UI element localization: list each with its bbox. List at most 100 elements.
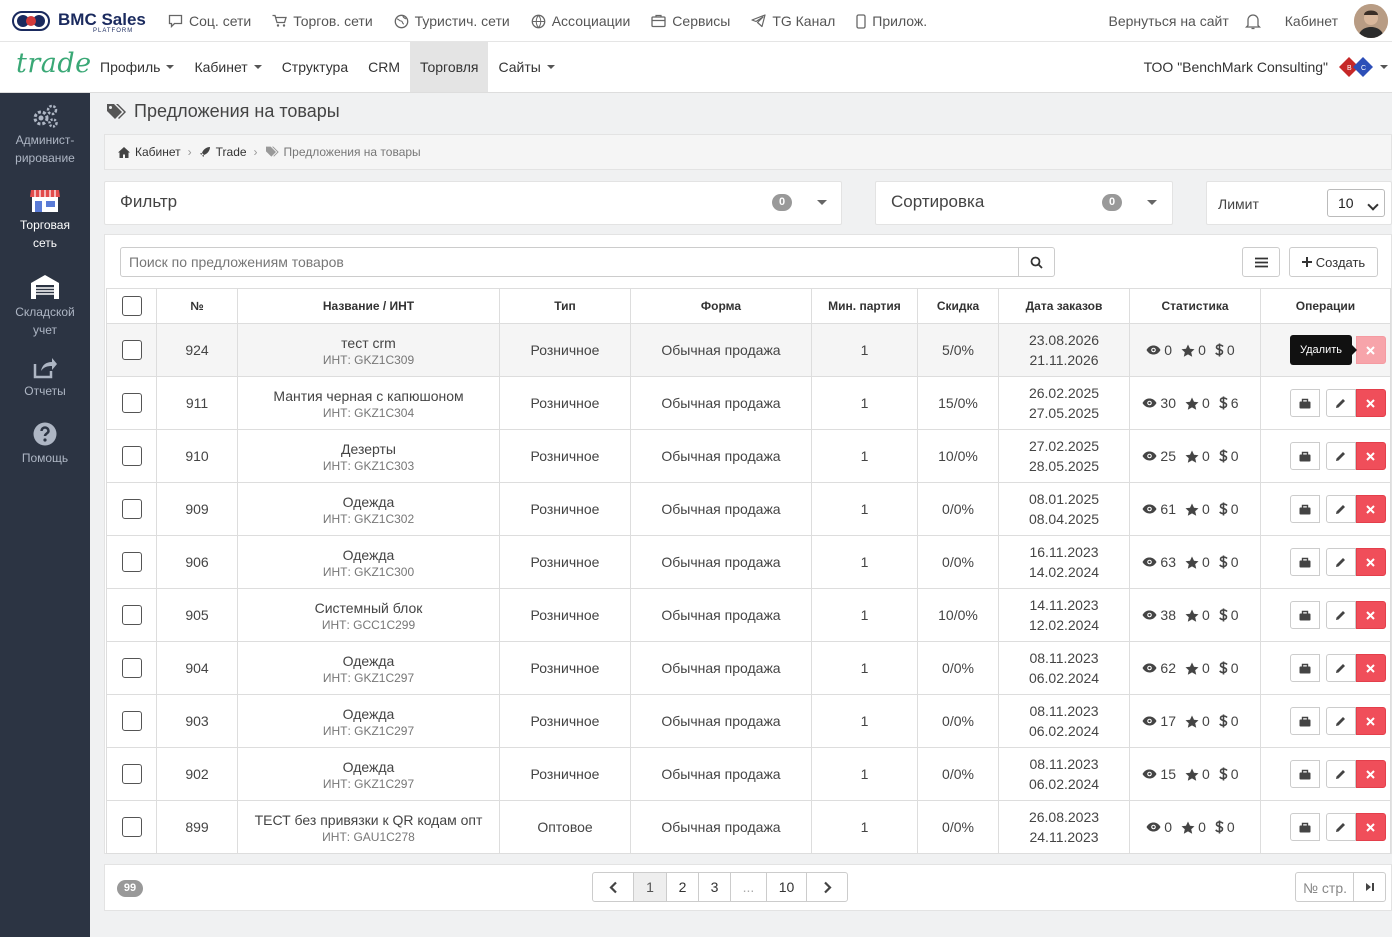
edit-button[interactable] [1325,601,1356,629]
page-1[interactable]: 1 [633,872,667,902]
header-order-dates[interactable]: Дата заказов [998,288,1130,324]
order-button[interactable] [1289,495,1320,523]
edit-button[interactable] [1325,760,1356,788]
order-button[interactable] [1289,813,1320,841]
header-type[interactable]: Тип [499,288,631,324]
prev-page-button[interactable] [592,872,634,902]
filter-panel[interactable]: Фильтр 0 [104,181,842,225]
row-name[interactable]: Дезерты [238,440,499,459]
delete-button[interactable] [1355,442,1386,470]
table-row[interactable]: 905 Системный блок ИНТ: GCC1C299 Розничное О… [106,588,1391,642]
page-10[interactable]: 10 [766,872,807,902]
menu-sites[interactable]: Сайты [488,42,564,92]
page-3[interactable]: 3 [698,872,731,902]
sidebar-item-help[interactable]: Помощь [0,421,90,467]
create-button[interactable]: Создать [1289,247,1378,277]
table-row[interactable]: 910 Дезерты ИНТ: GKZ1C303 Розничное Обычная … [106,429,1391,483]
edit-button[interactable] [1325,442,1356,470]
header-form[interactable]: Форма [630,288,812,324]
menu-profile[interactable]: Профиль [90,42,184,92]
sidebar-item-reports[interactable]: Отчеты [0,356,90,400]
menu-cabinet[interactable]: Кабинет [184,42,271,92]
topnav-telegram[interactable]: TG Канал [751,13,835,29]
edit-button[interactable] [1325,495,1356,523]
row-checkbox[interactable] [121,658,142,678]
table-row[interactable]: 924 тест crm ИНТ: GKZ1C309 Розничное Обычная… [106,323,1391,377]
breadcrumb-cabinet[interactable]: Кабинет [118,145,181,159]
go-to-page-button[interactable] [1353,872,1386,902]
sort-panel[interactable]: Сортировка 0 [875,181,1173,225]
select-all-checkbox[interactable] [121,296,142,316]
header-min-batch[interactable]: Мин. партия [811,288,918,324]
order-button[interactable] [1289,389,1320,417]
row-name[interactable]: Одежда [238,652,499,671]
sidebar-item-warehouse[interactable]: Складской учет [0,273,90,339]
company-switcher[interactable]: ТОО "BenchMark Consulting" B C [1144,42,1392,92]
edit-button[interactable] [1325,389,1356,417]
row-name[interactable]: ТЕСТ без привязки к QR кодам опт [238,811,499,830]
cabinet-link[interactable]: Кабинет [1285,13,1338,29]
columns-button[interactable] [1242,247,1280,277]
back-to-site-link[interactable]: Вернуться на сайт [1109,13,1229,29]
table-row[interactable]: 909 Одежда ИНТ: GKZ1C302 Розничное Обычная п… [106,482,1391,536]
delete-button[interactable] [1355,495,1386,523]
order-button[interactable] [1289,601,1320,629]
topnav-tourism[interactable]: Туристич. сети [394,13,510,29]
delete-button[interactable] [1355,760,1386,788]
row-checkbox[interactable] [121,340,142,360]
topnav-trade[interactable]: Торгов. сети [272,13,373,29]
delete-button[interactable] [1355,601,1386,629]
table-row[interactable]: 911 Мантия черная с капюшоном ИНТ: GKZ1C30… [106,376,1391,430]
row-checkbox[interactable] [121,446,142,466]
row-name[interactable]: Одежда [238,493,499,512]
page-2[interactable]: 2 [666,872,699,902]
delete-button[interactable] [1355,389,1386,417]
edit-button[interactable] [1325,707,1356,735]
row-checkbox[interactable] [121,817,142,837]
delete-button[interactable] [1355,707,1386,735]
row-name[interactable]: тест crm [238,334,499,353]
page-number-input[interactable]: № стр. [1295,872,1354,902]
order-button[interactable] [1289,760,1320,788]
topnav-apps[interactable]: Прилож. [856,13,927,29]
topnav-social[interactable]: Соц. сети [168,13,251,29]
row-name[interactable]: Одежда [238,758,499,777]
sidebar-item-admin[interactable]: Админист-рирование [0,103,90,167]
search-input[interactable]: Поиск по предложениям товаров [120,247,1019,277]
delete-button[interactable] [1355,654,1386,682]
trade-brand[interactable]: trade [16,48,92,79]
topnav-associations[interactable]: Ассоциации [531,13,630,29]
menu-crm[interactable]: CRM [358,42,410,92]
row-checkbox[interactable] [121,605,142,625]
table-row[interactable]: 906 Одежда ИНТ: GKZ1C300 Розничное Обычная п… [106,535,1391,589]
edit-button[interactable] [1325,548,1356,576]
delete-button[interactable] [1355,813,1386,841]
edit-button[interactable] [1325,654,1356,682]
topnav-services[interactable]: Сервисы [651,13,730,29]
menu-trade[interactable]: Торговля [410,42,489,92]
table-row[interactable]: 904 Одежда ИНТ: GKZ1C297 Розничное Обычная п… [106,641,1391,695]
row-checkbox[interactable] [121,711,142,731]
delete-button[interactable] [1355,548,1386,576]
chevron-down-icon[interactable] [817,200,827,205]
row-name[interactable]: Одежда [238,546,499,565]
bmc-logo[interactable]: BMC Sales PLATFORM [12,6,146,36]
row-checkbox[interactable] [121,764,142,784]
bell-icon[interactable] [1244,13,1261,30]
row-checkbox[interactable] [121,393,142,413]
delete-button[interactable] [1355,336,1386,364]
header-discount[interactable]: Скидка [917,288,999,324]
edit-button[interactable] [1325,813,1356,841]
menu-structure[interactable]: Структура [272,42,358,92]
row-checkbox[interactable] [121,552,142,572]
row-name[interactable]: Системный блок [238,599,499,618]
limit-select[interactable]: 10 [1327,189,1385,217]
next-page-button[interactable] [806,872,848,902]
breadcrumb-trade[interactable]: Trade [199,145,247,159]
order-button[interactable] [1289,548,1320,576]
table-row[interactable]: 899 ТЕСТ без привязки к QR кодам опт ИНТ: … [106,800,1391,854]
avatar[interactable] [1354,4,1388,38]
chevron-down-icon[interactable] [1147,200,1157,205]
row-name[interactable]: Одежда [238,705,499,724]
sidebar-item-trade-network[interactable]: Торговая сеть [0,186,90,252]
